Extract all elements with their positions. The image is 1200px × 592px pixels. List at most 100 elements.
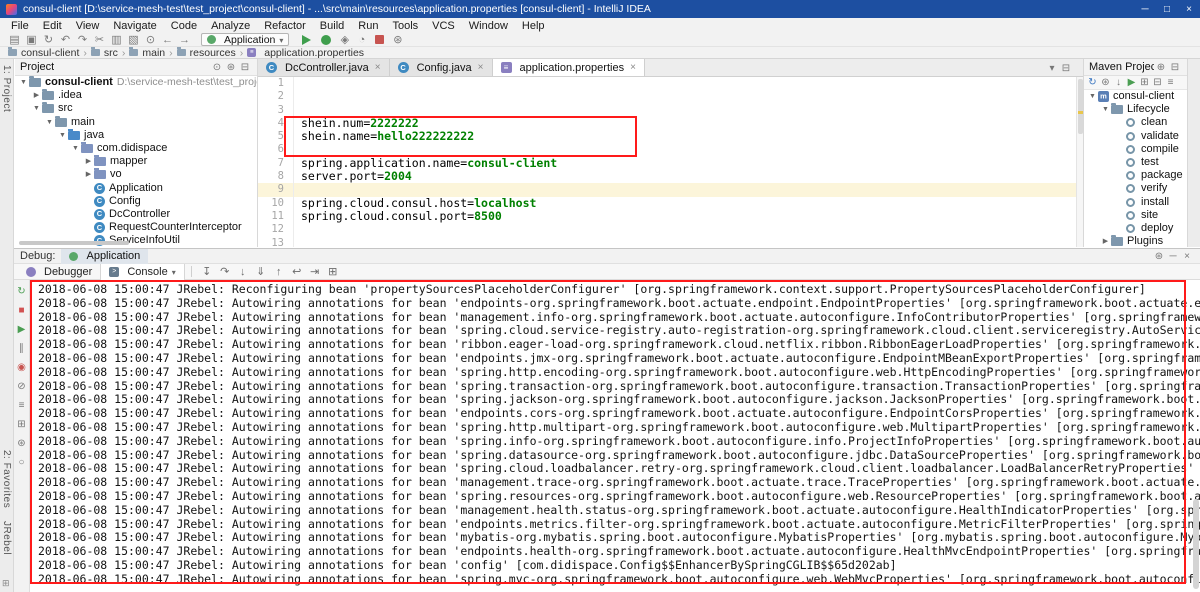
debug-session-tab[interactable]: Application <box>61 248 149 264</box>
cut-icon[interactable]: ✂ <box>91 33 108 47</box>
project-item-consul-client[interactable]: ▼ consul-client D:\service-mesh-test\test… <box>15 76 257 89</box>
tab-debugger[interactable]: Debugger <box>18 264 100 280</box>
open-file-icon[interactable]: ▤ <box>6 33 23 47</box>
maven-item-package[interactable]: package <box>1084 169 1187 182</box>
thread-dump-icon[interactable]: ≡ <box>16 400 28 412</box>
resume-icon[interactable]: ▶ <box>16 324 28 336</box>
tab-dccontroller-java[interactable]: DcController.java × <box>258 59 390 76</box>
chevron-right-icon[interactable]: ▶ <box>1100 235 1111 248</box>
close-tab-icon[interactable]: × <box>478 62 484 73</box>
step-over-icon[interactable]: ↷ <box>216 265 234 278</box>
console-output[interactable]: 2018-06-08 15:00:47 JRebel: Reconfigurin… <box>30 280 1200 592</box>
maven-settings-icon[interactable]: ≡ <box>1164 77 1177 88</box>
maven-item-site[interactable]: site <box>1084 209 1187 222</box>
maven-item-plugins[interactable]: ▶ Plugins <box>1084 235 1187 248</box>
menu-item-window[interactable]: Window <box>462 20 515 32</box>
chevron-down-icon[interactable]: ▼ <box>1100 103 1111 116</box>
maven-item-compile[interactable]: compile <box>1084 143 1187 156</box>
project-item-requestcounterinterceptor[interactable]: RequestCounterInterceptor <box>15 221 257 234</box>
drop-frame-icon[interactable]: ↩ <box>288 265 306 278</box>
stop-button[interactable] <box>375 35 385 44</box>
menu-item-build[interactable]: Build <box>313 20 351 32</box>
maximize-button[interactable]: □ <box>1156 4 1178 15</box>
project-item-application[interactable]: Application <box>15 182 257 195</box>
menu-item-vcs[interactable]: VCS <box>425 20 462 32</box>
tab-application-properties[interactable]: application.properties × <box>492 59 645 76</box>
menu-item-view[interactable]: View <box>69 20 107 32</box>
project-item-mapper[interactable]: ▶ mapper <box>15 155 257 168</box>
maven-item-clean[interactable]: clean <box>1084 116 1187 129</box>
breadcrumb-item-src[interactable]: src <box>104 47 118 59</box>
debug-button[interactable] <box>321 34 332 45</box>
close-tab-icon[interactable]: × <box>630 62 636 73</box>
editor-scrollbar[interactable] <box>1076 77 1083 247</box>
project-item-java[interactable]: ▼ java <box>15 129 257 142</box>
menu-item-code[interactable]: Code <box>164 20 204 32</box>
force-step-into-icon[interactable]: ⇓ <box>252 265 270 278</box>
evaluate-expression-icon[interactable]: ⊞ <box>324 265 342 278</box>
reimport-icon[interactable]: ↻ <box>1086 77 1099 88</box>
menu-item-analyze[interactable]: Analyze <box>204 20 257 32</box>
pause-icon[interactable]: ∥ <box>16 343 28 355</box>
chevron-right-icon[interactable]: ▶ <box>31 89 42 102</box>
run-maven-goal-icon[interactable]: ▶ <box>1125 77 1138 88</box>
menu-item-help[interactable]: Help <box>515 20 552 32</box>
scrollbar-thumb[interactable] <box>1193 499 1199 589</box>
breadcrumb-item-consul-client[interactable]: consul-client <box>21 47 79 59</box>
step-into-icon[interactable]: ↓ <box>234 266 252 278</box>
collapse-all-icon[interactable]: ⊟ <box>1151 77 1164 88</box>
project-item-src[interactable]: ▼ src <box>15 102 257 115</box>
show-execution-point-icon[interactable]: ↧ <box>198 265 216 278</box>
minimize-icon[interactable]: ─ <box>1166 251 1180 262</box>
project-item-dccontroller[interactable]: DcController <box>15 208 257 221</box>
collapse-all-icon[interactable]: ⊟ <box>238 62 252 73</box>
rerun-icon[interactable]: ↻ <box>16 286 28 298</box>
minimize-button[interactable]: ─ <box>1134 4 1156 15</box>
profiler-button[interactable]: ◔ <box>353 33 370 47</box>
tabs-list-icon[interactable]: ▾ <box>1045 63 1059 74</box>
stop-icon[interactable]: ■ <box>16 305 28 317</box>
hide-tabs-icon[interactable]: ⊟ <box>1059 63 1073 74</box>
tool-stripe-button-jrebel[interactable]: JRebel <box>1 521 12 555</box>
menu-item-file[interactable]: File <box>4 20 36 32</box>
restore-layout-icon[interactable]: ⊞ <box>16 419 28 431</box>
maven-item-verify[interactable]: verify <box>1084 182 1187 195</box>
maven-item-deploy[interactable]: deploy <box>1084 222 1187 235</box>
find-icon[interactable]: ⊙ <box>142 33 159 47</box>
undo-icon[interactable]: ↶ <box>57 33 74 47</box>
chevron-down-icon[interactable]: ▼ <box>1087 90 1098 103</box>
project-item-idea[interactable]: ▶ .idea <box>15 89 257 102</box>
chevron-right-icon[interactable]: ▶ <box>83 168 94 181</box>
tool-stripe-button-project[interactable]: 1: Project <box>1 65 12 112</box>
mute-breakpoints-icon[interactable]: ⊘ <box>16 381 28 393</box>
paste-icon[interactable]: ▧ <box>125 33 142 47</box>
close-icon[interactable]: × <box>1180 251 1194 262</box>
breadcrumb-item-application-properties[interactable]: application.properties <box>264 47 364 59</box>
settings-icon[interactable]: ⊛ <box>224 62 238 73</box>
toolwindow-switcher-icon[interactable] <box>2 578 10 589</box>
tab-console[interactable]: Console <box>100 263 185 280</box>
project-item-com-didispace[interactable]: ▼ com.didispace <box>15 142 257 155</box>
expand-all-icon[interactable]: ⊞ <box>1138 77 1151 88</box>
chevron-down-icon[interactable]: ▼ <box>57 129 68 142</box>
maven-item-install[interactable]: install <box>1084 196 1187 209</box>
search-everywhere-button[interactable]: ⊛ <box>389 33 406 47</box>
chevron-down-icon[interactable]: ▼ <box>18 76 29 89</box>
project-item-vo[interactable]: ▶ vo <box>15 168 257 181</box>
save-all-icon[interactable]: ▣ <box>23 33 40 47</box>
maven-item-validate[interactable]: validate <box>1084 130 1187 143</box>
run-button[interactable] <box>302 34 312 45</box>
chevron-down-icon[interactable]: ▼ <box>44 116 55 129</box>
tab-config-java[interactable]: Config.java × <box>389 59 493 76</box>
maven-item-consul-client[interactable]: ▼ consul-client <box>1084 90 1187 103</box>
menu-item-tools[interactable]: Tools <box>385 20 425 32</box>
run-to-cursor-icon[interactable]: ⇥ <box>306 265 324 278</box>
redo-icon[interactable]: ↷ <box>74 33 91 47</box>
debug-settings-icon[interactable]: ⊛ <box>16 438 28 450</box>
menu-item-edit[interactable]: Edit <box>36 20 69 32</box>
chevron-right-icon[interactable]: ▶ <box>83 155 94 168</box>
copy-icon[interactable]: ▥ <box>108 33 125 47</box>
horizontal-scrollbar-thumb[interactable] <box>19 241 129 245</box>
run-configuration-selector[interactable]: Application <box>201 33 290 46</box>
menu-item-navigate[interactable]: Navigate <box>106 20 163 32</box>
